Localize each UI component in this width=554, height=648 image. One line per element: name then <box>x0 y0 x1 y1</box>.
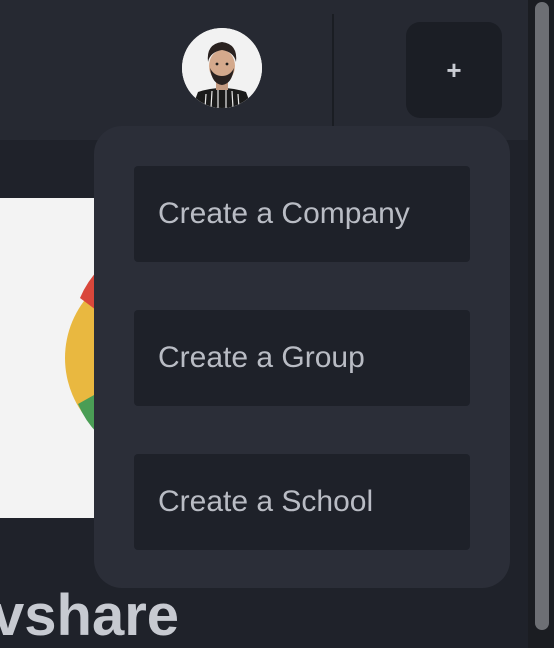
user-avatar[interactable] <box>182 28 262 108</box>
menu-item-create-school[interactable]: Create a School <box>134 454 470 550</box>
card-title: vshare <box>0 583 180 648</box>
menu-item-create-company[interactable]: Create a Company <box>134 166 470 262</box>
avatar-icon <box>182 28 262 108</box>
create-dropdown-menu: Create a Company Create a Group Create a… <box>94 126 510 588</box>
scrollbar-thumb[interactable] <box>535 2 549 630</box>
menu-item-create-group[interactable]: Create a Group <box>134 310 470 406</box>
app-window: + vshare Create a Company Create a Group… <box>0 0 554 648</box>
header-divider <box>332 14 334 126</box>
add-button[interactable]: + <box>406 22 502 118</box>
